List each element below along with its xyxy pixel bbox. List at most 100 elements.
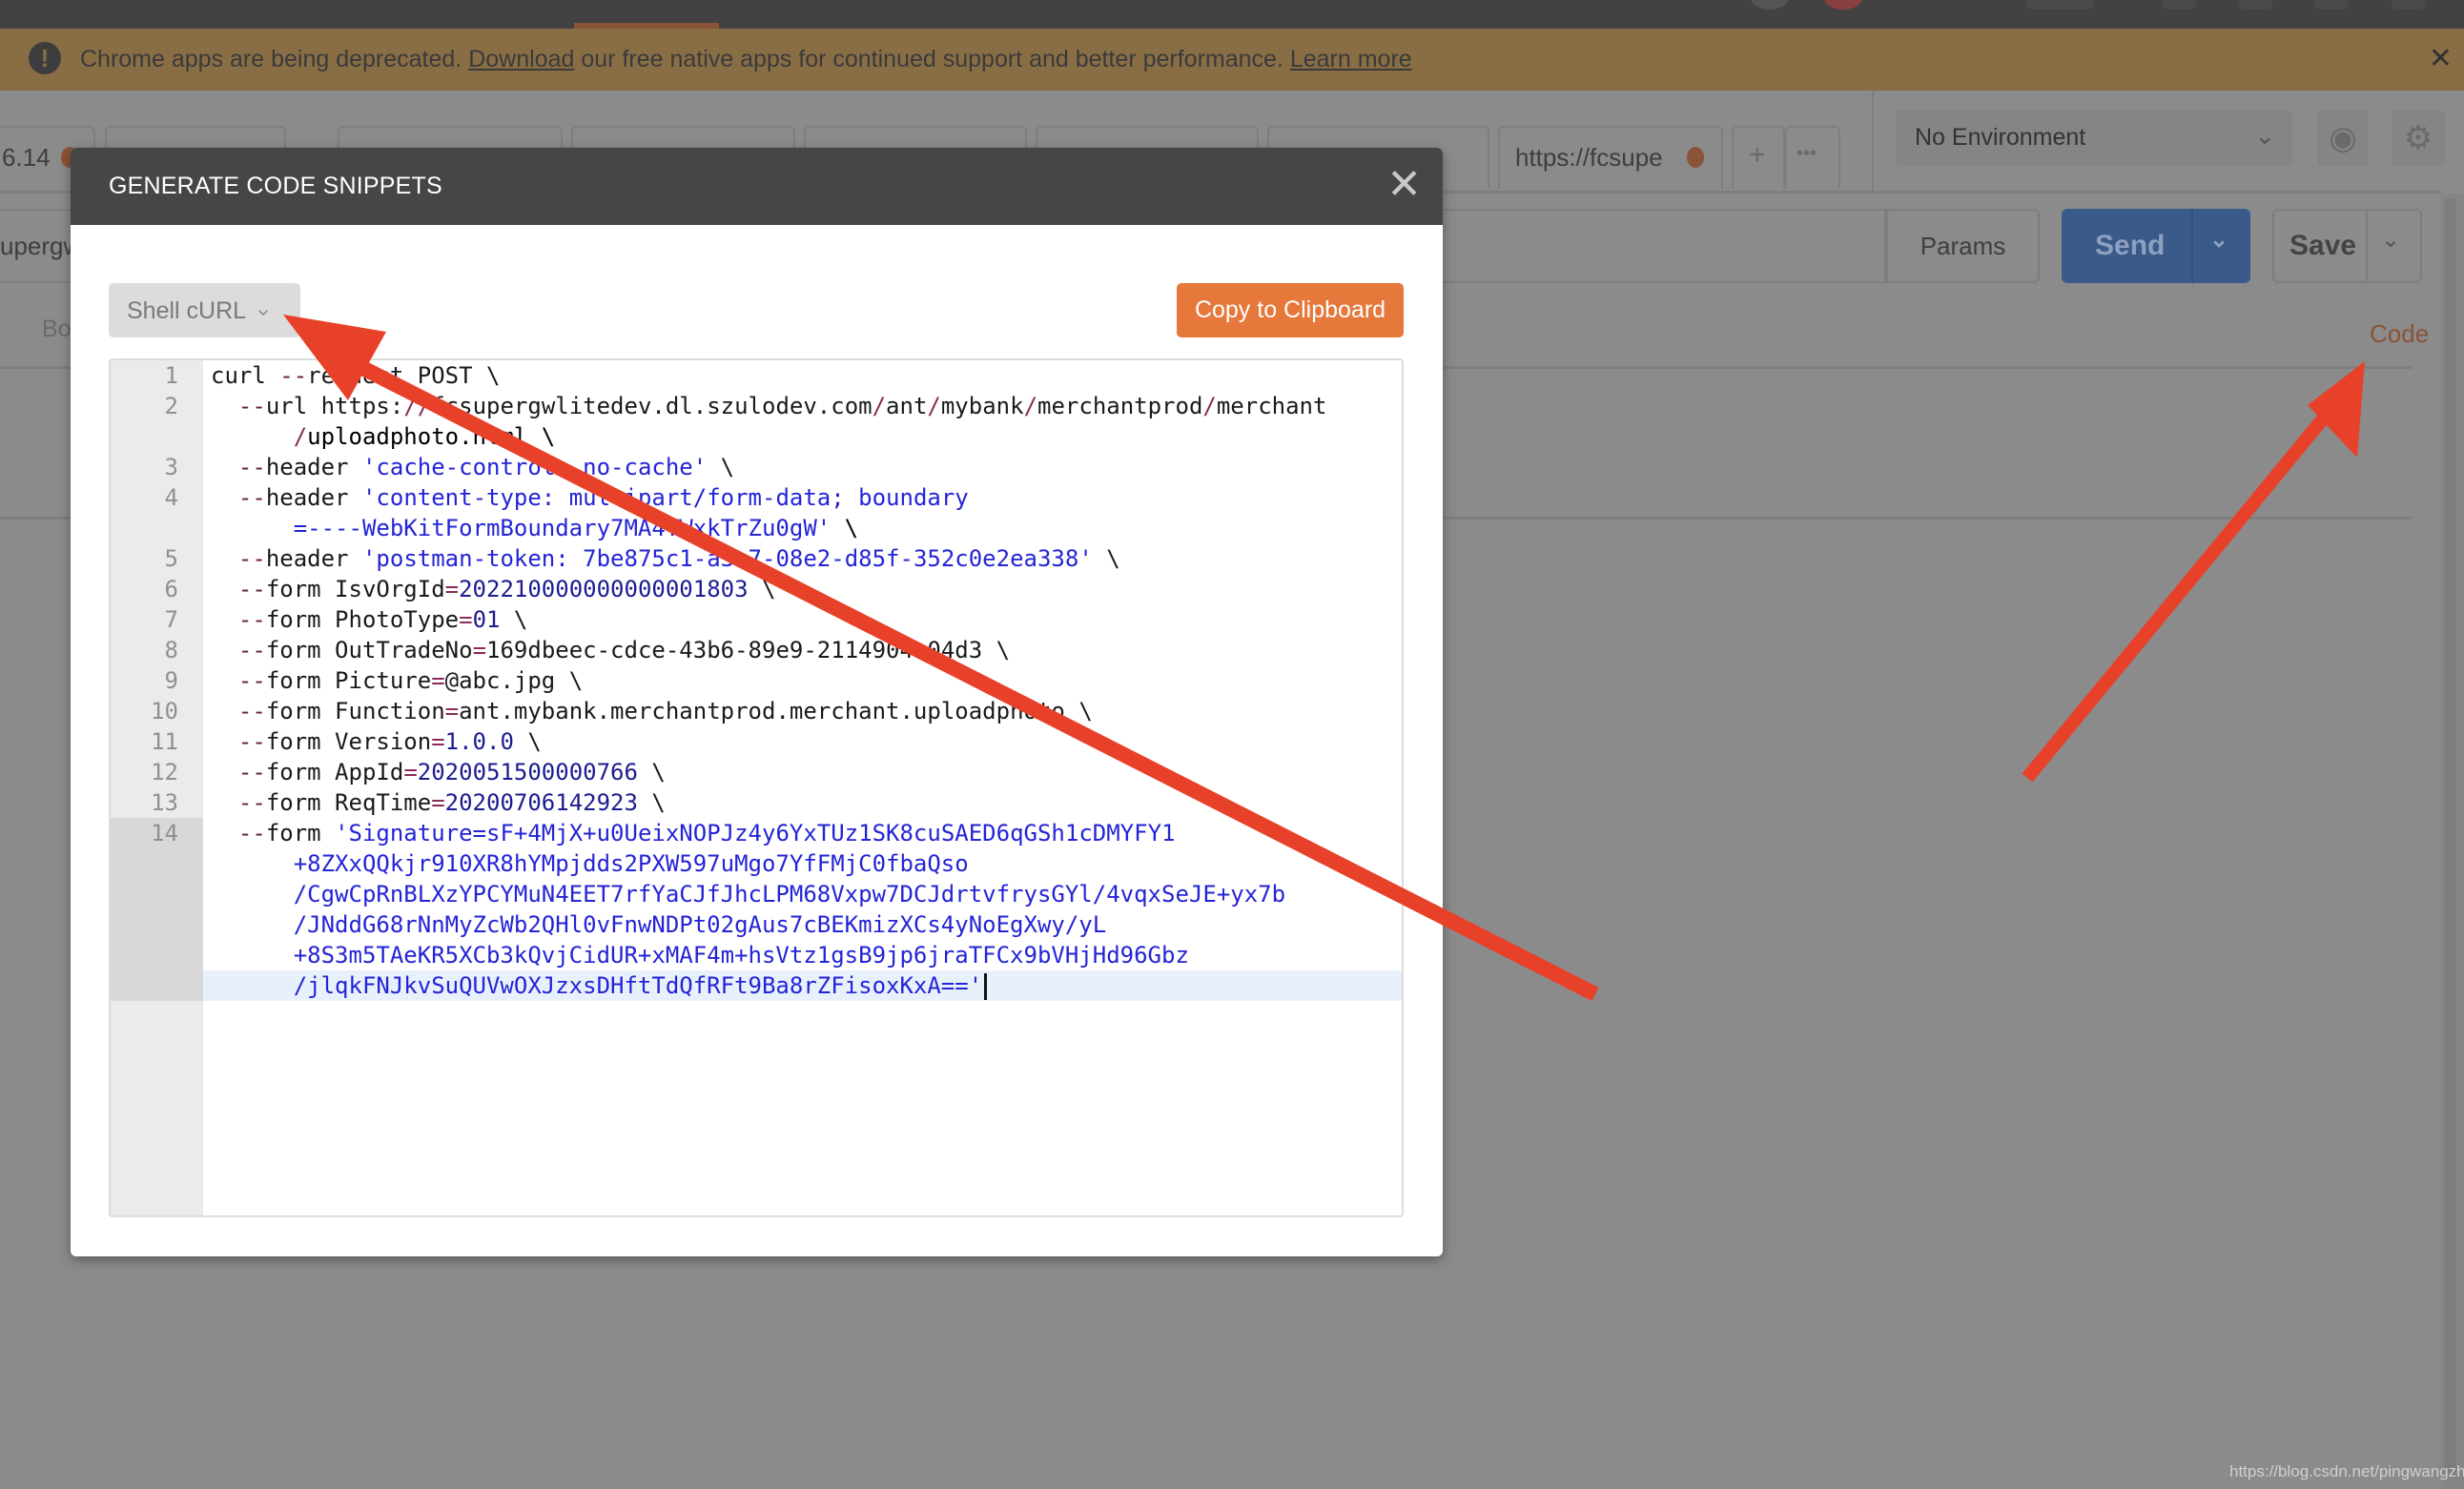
- sync-status-icon[interactable]: [1751, 0, 1789, 10]
- code-token: 'Signature=sF+4MjX+u0UeixNOPJz4y6YxTUz1S…: [335, 820, 1176, 846]
- tab-options-button[interactable]: •••: [1785, 126, 1840, 189]
- unsaved-dot-icon: [1687, 147, 1704, 168]
- download-link[interactable]: Download: [468, 46, 574, 72]
- line-number: 6: [164, 576, 178, 602]
- code-link[interactable]: Code: [2370, 319, 2429, 349]
- send-button[interactable]: Send ⌄: [2062, 209, 2250, 283]
- code-token: \: [707, 454, 735, 480]
- code-text: --form Picture=@abc.jpg \: [203, 665, 583, 696]
- new-tab-button[interactable]: +: [1732, 126, 1785, 189]
- code-token: \: [513, 728, 542, 755]
- tab-body[interactable]: Bo: [42, 316, 72, 343]
- code-line: 10 --form Function=ant.mybank.merchantpr…: [111, 696, 1402, 726]
- code-token: +8ZXxQQkjr910XR8hYMpjdds2PXW597uMgo7YfFM…: [211, 850, 969, 877]
- deprecation-banner: ! Chrome apps are being deprecated. Down…: [0, 29, 2464, 91]
- code-token: \: [637, 759, 666, 785]
- code-token: =: [472, 637, 487, 663]
- close-banner-icon[interactable]: ✕: [2429, 42, 2453, 75]
- chevron-down-icon: ⌄: [254, 296, 274, 321]
- banner-text: our free native apps for continued suppo…: [574, 46, 1290, 72]
- code-line: 7 --form PhotoType=01 \: [111, 604, 1402, 635]
- code-token: //: [403, 393, 432, 419]
- scrollbar-thumb[interactable]: [2445, 198, 2456, 1476]
- code-text: --form OutTradeNo=169dbeec-cdce-43b6-89e…: [203, 635, 1010, 665]
- code-token: =: [444, 576, 460, 602]
- app-titlebar: [0, 0, 2464, 29]
- code-token: --: [237, 576, 266, 602]
- divider: [1872, 91, 1874, 194]
- code-token: ant: [886, 393, 928, 419]
- request-tab[interactable]: https://fcsupe: [1498, 126, 1723, 189]
- code-token: mybank: [940, 393, 1024, 419]
- line-number: 4: [164, 484, 178, 511]
- code-text: --form Function=ant.mybank.merchantprod.…: [203, 696, 1093, 726]
- language-select[interactable]: Shell cURL ⌄: [109, 283, 300, 337]
- warning-icon: !: [29, 42, 61, 74]
- line-number: 10: [151, 698, 178, 724]
- code-editor[interactable]: 1 curl --request POST \ 2 --url https://fc…: [109, 358, 1404, 1217]
- code-token: =: [403, 759, 418, 785]
- line-number: 2: [164, 393, 178, 419]
- code-token: form OutTradeNo: [265, 637, 473, 663]
- titlebar-button[interactable]: [2026, 0, 2093, 10]
- chevron-down-icon[interactable]: ⌄: [2381, 226, 2400, 254]
- code-text: --form AppId=2020051500000766 \: [203, 757, 666, 787]
- environment-quick-look-button[interactable]: ◉: [2317, 110, 2369, 167]
- send-label: Send: [2095, 230, 2166, 261]
- code-token: --: [237, 667, 266, 694]
- code-line: 9 --form Picture=@abc.jpg \: [111, 665, 1402, 696]
- code-line: 6 --form IsvOrgId=202210000000000001803 …: [111, 574, 1402, 604]
- manage-environments-button[interactable]: ⚙: [2392, 110, 2445, 167]
- line-number: 12: [151, 759, 178, 785]
- params-button[interactable]: Params: [1886, 209, 2040, 283]
- line-number: 9: [164, 667, 178, 694]
- code-text: --form PhotoType=01 \: [203, 604, 527, 635]
- code-token: form Version: [265, 728, 432, 755]
- code-token: /: [293, 423, 308, 450]
- code-token: header: [265, 454, 362, 480]
- code-line-wrap: /jlqkFNJkvSuQUVwOXJzxsDHftTdQfRFt9Ba8rZF…: [111, 970, 1402, 1001]
- code-text: --header 'postman-token: 7be875c1-a3e7-0…: [203, 543, 1120, 574]
- titlebar-button[interactable]: [2162, 0, 2196, 10]
- titlebar-button[interactable]: [2392, 0, 2426, 10]
- code-token: =: [431, 789, 445, 816]
- line-number: 3: [164, 454, 178, 480]
- code-token: merchantprod: [1037, 393, 1203, 419]
- text-cursor: [984, 973, 988, 1000]
- annotation-arrow-to-code-link: [2022, 361, 2365, 783]
- code-text: --url https://fcsupergwlitedev.dl.szulod…: [203, 391, 1327, 421]
- code-text: --form Version=1.0.0 \: [203, 726, 542, 757]
- tab-label: 6.14: [2, 143, 51, 172]
- close-icon[interactable]: ✕: [1386, 161, 1422, 209]
- code-token: curl: [211, 362, 280, 389]
- chevron-down-icon[interactable]: ⌄: [2209, 226, 2228, 254]
- line-number: 7: [164, 606, 178, 633]
- plus-icon: +: [1749, 139, 1766, 171]
- watermark: https://blog.csdn.net/pingwangzhi: [2229, 1462, 2464, 1480]
- code-token: /: [1202, 393, 1217, 419]
- code-token: \: [637, 789, 666, 816]
- learn-more-link[interactable]: Learn more: [1290, 46, 1412, 72]
- code-text: --header 'cache-control: no-cache' \: [203, 452, 734, 482]
- arrow-shaft: [2022, 396, 2344, 783]
- copy-to-clipboard-button[interactable]: Copy to Clipboard: [1177, 283, 1404, 337]
- code-token: 202210000000000001803: [459, 576, 749, 602]
- code-token: --: [237, 606, 266, 633]
- titlebar-button[interactable]: [2314, 0, 2349, 10]
- line-number: 13: [151, 789, 178, 816]
- code-line: 14 --form 'Signature=sF+4MjX+u0UeixNOPJz…: [111, 818, 1402, 848]
- code-token: form: [265, 820, 336, 846]
- code-text: --form IsvOrgId=202210000000000001803 \: [203, 574, 776, 604]
- save-button[interactable]: Save ⌄: [2272, 209, 2422, 283]
- code-token: 01: [472, 606, 501, 633]
- notification-icon[interactable]: [1824, 0, 1862, 10]
- environment-select[interactable]: No Environment ⌄: [1896, 110, 2292, 167]
- code-token: 'content-type: multipart/form-data; boun…: [361, 484, 969, 511]
- code-line-wrap: /uploadphoto.html \: [111, 421, 1402, 452]
- titlebar-button[interactable]: [2238, 0, 2272, 10]
- scrollbar[interactable]: [2441, 194, 2464, 1489]
